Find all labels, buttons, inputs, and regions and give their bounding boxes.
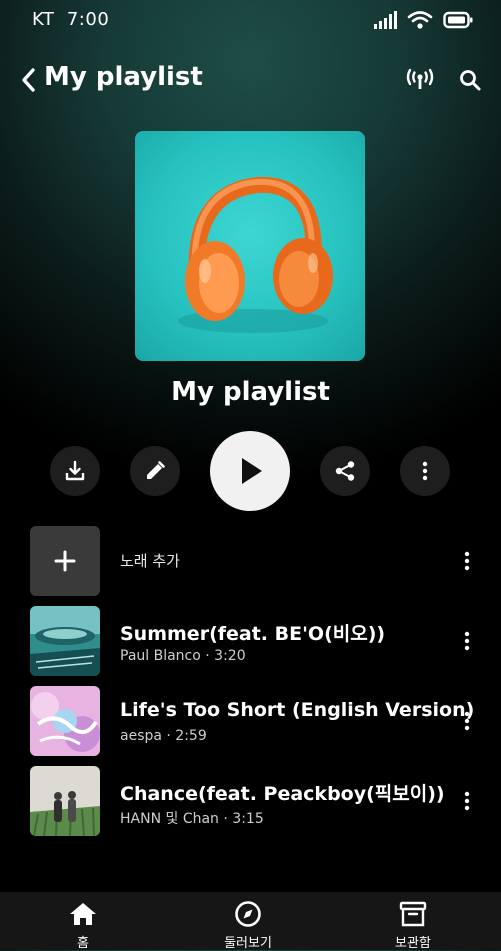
- song-row[interactable]: Life's Too Short (English Version) aespa…: [0, 686, 501, 756]
- playlist-cover: [135, 131, 365, 361]
- song-more-button[interactable]: [455, 786, 479, 816]
- back-button[interactable]: [16, 64, 40, 96]
- chevron-left-icon: [22, 68, 35, 92]
- song-row[interactable]: Chance(feat. Peackboy(픽보이)) HANN 및 Chan …: [0, 766, 501, 836]
- album-art-summer: [30, 606, 100, 676]
- album-art-chance: [30, 766, 100, 836]
- song-title: Life's Too Short (English Version): [120, 699, 475, 721]
- add-song-thumb: [30, 526, 100, 596]
- album-art: [30, 606, 100, 676]
- song-title: Chance(feat. Peackboy(픽보이)): [120, 783, 445, 805]
- battery-icon: [443, 11, 473, 29]
- library-icon: [353, 900, 473, 928]
- compass-icon: [188, 900, 308, 928]
- play-button[interactable]: [210, 431, 290, 511]
- nav-label-home: 홈: [77, 936, 89, 951]
- status-icons: [373, 10, 473, 30]
- headphones-image: [178, 176, 333, 333]
- song-more-button[interactable]: [455, 706, 479, 736]
- song-subtitle: aespa · 2:59: [120, 728, 207, 744]
- status-left: KT 7:00: [32, 9, 109, 30]
- play-icon: [242, 458, 262, 484]
- add-song-label: 노래 추가: [120, 552, 180, 570]
- cast-icon: [406, 68, 434, 89]
- add-song-more-button[interactable]: [455, 546, 479, 576]
- bottom-nav: 홈 둘러보기 보관함: [0, 892, 501, 951]
- share-button[interactable]: [320, 446, 370, 496]
- nav-item-library[interactable]: 보관함: [353, 892, 473, 951]
- carrier-label: KT: [32, 9, 55, 30]
- edit-button[interactable]: [130, 446, 180, 496]
- album-art: [30, 766, 100, 836]
- pencil-icon: [147, 461, 165, 479]
- playlist-title: My playlist: [171, 377, 330, 407]
- wifi-icon: [407, 11, 433, 29]
- song-row[interactable]: Summer(feat. BE'O(비오)) Paul Blanco · 3:2…: [0, 606, 501, 676]
- nav-item-home[interactable]: 홈: [23, 892, 143, 951]
- download-button[interactable]: [50, 446, 100, 496]
- song-subtitle: Paul Blanco · 3:20: [120, 648, 246, 664]
- clock: 7:00: [66, 9, 110, 30]
- more-vertical-icon: [422, 461, 428, 481]
- song-more-button[interactable]: [455, 626, 479, 656]
- download-icon: [65, 460, 85, 481]
- album-art-lifes-too-short: [30, 686, 100, 756]
- more-options-button[interactable]: [400, 446, 450, 496]
- status-bar: KT 7:00: [0, 0, 501, 40]
- more-vertical-icon: [464, 711, 470, 731]
- song-subtitle: HANN 및 Chan · 3:15: [120, 811, 264, 827]
- song-title: Summer(feat. BE'O(비오)): [120, 623, 386, 645]
- add-song-row[interactable]: 노래 추가: [0, 526, 501, 596]
- header: My playlist: [0, 58, 501, 102]
- action-bar: [0, 431, 501, 511]
- more-vertical-icon: [464, 631, 470, 651]
- nav-label-library: 보관함: [395, 936, 431, 951]
- signal-icon: [374, 11, 397, 29]
- page-title: My playlist: [44, 62, 203, 92]
- nav-item-explore[interactable]: 둘러보기: [188, 892, 308, 951]
- more-vertical-icon: [464, 551, 470, 571]
- share-icon: [335, 461, 355, 481]
- search-button[interactable]: [456, 66, 484, 94]
- album-art: [30, 686, 100, 756]
- cast-button[interactable]: [404, 66, 436, 94]
- search-icon: [460, 70, 481, 91]
- plus-icon: [54, 550, 76, 572]
- nav-label-explore: 둘러보기: [224, 936, 272, 951]
- home-icon: [23, 900, 143, 928]
- more-vertical-icon: [464, 791, 470, 811]
